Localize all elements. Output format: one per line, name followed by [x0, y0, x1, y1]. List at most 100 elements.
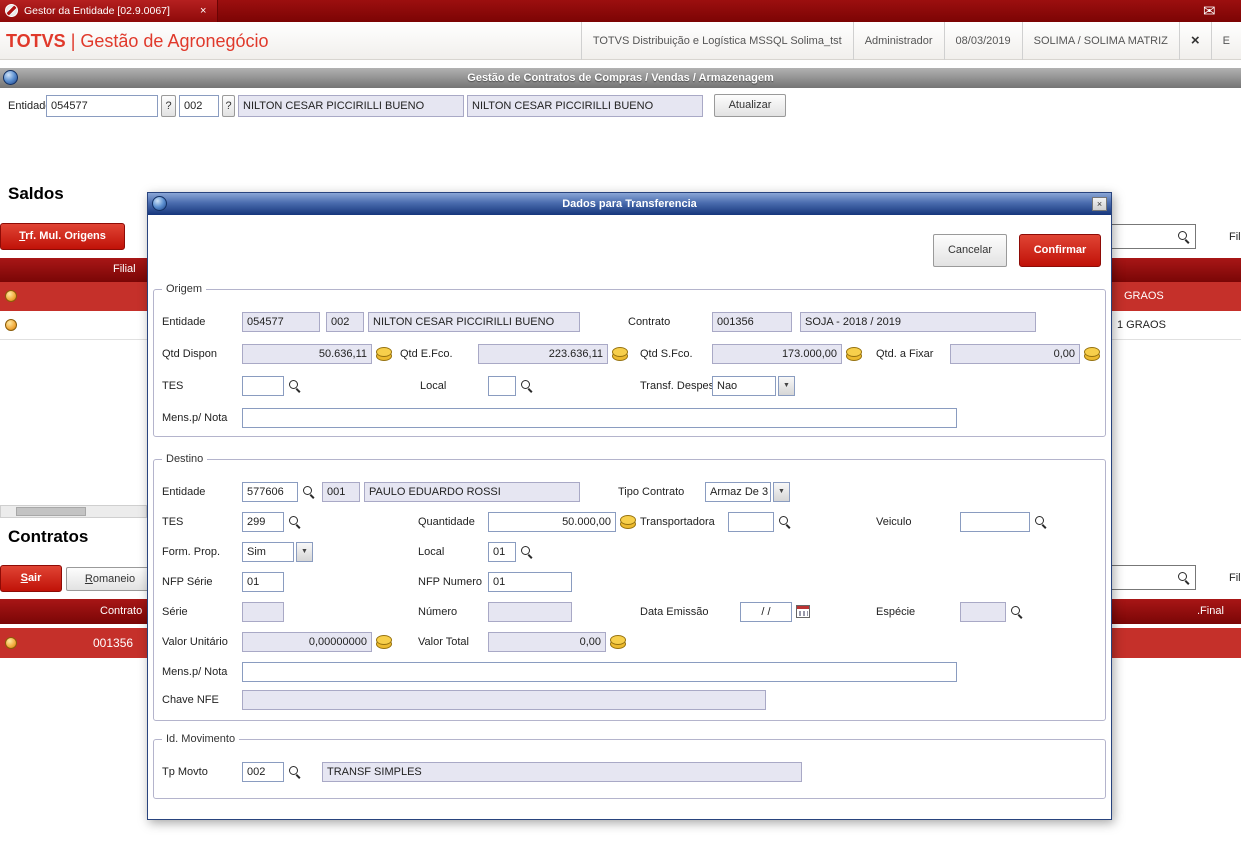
header-info-bar: TOTVS Distribuição e Logística MSSQL Sol…: [580, 22, 1241, 60]
dialog-close-icon[interactable]: ×: [1092, 197, 1107, 211]
destino-entidade-label: Entidade: [162, 486, 206, 498]
mail-icon[interactable]: ✉: [1203, 1, 1216, 22]
search-icon[interactable]: [1177, 230, 1190, 243]
destino-tes-input[interactable]: 299: [242, 512, 284, 532]
search-icon[interactable]: [1177, 571, 1190, 584]
especie-field: [960, 602, 1006, 622]
romaneio-button[interactable]: Romaneio: [66, 567, 154, 591]
transportadora-label: Transportadora: [640, 516, 715, 528]
origem-contrato-desc-field: SOJA - 2018 / 2019: [800, 312, 1036, 332]
veiculo-label: Veiculo: [876, 516, 912, 528]
store-help-button[interactable]: ?: [222, 95, 235, 117]
contratos-row1-text: 001356: [93, 636, 134, 650]
chevron-down-icon[interactable]: ▼: [778, 376, 795, 396]
form-prop-label: Form. Prop.: [162, 546, 221, 558]
qtd-efco-field: 223.636,11: [478, 344, 608, 364]
calendar-icon[interactable]: [796, 605, 810, 618]
status-icon: [5, 290, 17, 302]
contratos-col-contrato: Contrato: [100, 605, 143, 617]
chevron-down-icon[interactable]: ▼: [296, 542, 313, 562]
entity-label: Entidade: [8, 100, 52, 112]
veiculo-input[interactable]: [960, 512, 1030, 532]
lookup-icon[interactable]: [1034, 515, 1047, 528]
origem-nome-field: NILTON CESAR PICCIRILLI BUENO: [368, 312, 580, 332]
lookup-icon[interactable]: [288, 515, 301, 528]
brand-totvs: TOTVS: [6, 31, 66, 51]
transfer-dialog: Dados para Transferencia × Cancelar Conf…: [147, 192, 1112, 820]
qtd-fixar-label: Qtd. a Fixar: [876, 348, 934, 360]
transf-despesa-value[interactable]: Nao: [712, 376, 776, 396]
transf-despesa-select[interactable]: Nao ▼: [712, 376, 795, 396]
entity-help-button[interactable]: ?: [161, 95, 176, 117]
app-tab[interactable]: Gestor da Entidade [02.9.0067] ×: [0, 0, 218, 22]
nfp-serie-input[interactable]: 01: [242, 572, 284, 592]
sair-button[interactable]: Sair: [0, 565, 62, 592]
horizontal-scrollbar[interactable]: [0, 505, 147, 518]
atualizar-button[interactable]: Atualizar: [714, 94, 786, 117]
lookup-icon[interactable]: [520, 379, 533, 392]
form-prop-select[interactable]: Sim ▼: [242, 542, 313, 562]
entity-code-input[interactable]: 054577: [46, 95, 158, 117]
lookup-icon[interactable]: [288, 765, 301, 778]
cancelar-button[interactable]: Cancelar: [933, 234, 1007, 267]
contratos-filter-label: Fil: [1229, 572, 1241, 584]
user-label: Administrador: [852, 22, 944, 60]
destino-tes-label: TES: [162, 516, 184, 528]
valor-unitario-field: 0,00000000: [242, 632, 372, 652]
data-emissao-input[interactable]: / /: [740, 602, 792, 622]
tp-movto-label: Tp Movto: [162, 766, 208, 778]
saldos-row2-text: 1 GRAOS: [1117, 319, 1166, 331]
trf-mul-origens-button[interactable]: Trf. Mul. Origens: [0, 223, 125, 250]
quantidade-input[interactable]: 50.000,00: [488, 512, 616, 532]
confirmar-button[interactable]: Confirmar: [1019, 234, 1101, 267]
nfp-numero-input[interactable]: 01: [488, 572, 572, 592]
destino-local-input[interactable]: 01: [488, 542, 516, 562]
coin-icon[interactable]: [610, 635, 626, 649]
saldos-title: Saldos: [8, 184, 64, 203]
tp-movto-input[interactable]: 002: [242, 762, 284, 782]
transportadora-input[interactable]: [728, 512, 774, 532]
window-tab-bar: Gestor da Entidade [02.9.0067] × ✉: [0, 0, 1241, 22]
coin-icon[interactable]: [376, 635, 392, 649]
lookup-icon[interactable]: [288, 379, 301, 392]
lookup-icon[interactable]: [778, 515, 791, 528]
lookup-icon[interactable]: [1010, 605, 1023, 618]
coin-icon[interactable]: [846, 347, 862, 361]
panel-titlebar: Gestão de Contratos de Compras / Vendas …: [0, 68, 1241, 88]
serie-label: Série: [162, 606, 188, 618]
coin-icon[interactable]: [1084, 347, 1100, 361]
especie-label: Espécie: [876, 606, 916, 618]
dialog-titlebar[interactable]: Dados para Transferencia ×: [148, 193, 1111, 215]
destino-nome-field: PAULO EDUARDO ROSSI: [364, 482, 580, 502]
app-tab-title: Gestor da Entidade [02.9.0067]: [24, 5, 170, 17]
tipo-contrato-select[interactable]: Armaz De 3 ▼: [705, 482, 790, 502]
nfp-serie-label: NFP Série: [162, 576, 213, 588]
lookup-icon[interactable]: [302, 485, 315, 498]
app-title: TOTVS | Gestão de Agronegócio: [6, 22, 269, 60]
scrollbar-thumb[interactable]: [16, 507, 86, 516]
destino-fieldset: Destino Entidade 577606 001 PAULO EDUARD…: [153, 453, 1106, 721]
coin-icon[interactable]: [376, 347, 392, 361]
qtd-dispon-label: Qtd Dispon: [162, 348, 218, 360]
saldos-row1-text: GRAOS: [1124, 290, 1164, 302]
tab-close-icon[interactable]: ×: [200, 0, 206, 22]
origem-local-input[interactable]: [488, 376, 516, 396]
qtd-sfco-label: Qtd S.Fco.: [640, 348, 693, 360]
header-close-icon[interactable]: ×: [1178, 22, 1211, 60]
destino-entidade-input[interactable]: 577606: [242, 482, 298, 502]
panel-title: Gestão de Contratos de Compras / Vendas …: [467, 72, 774, 84]
entity-name-field: NILTON CESAR PICCIRILLI BUENO: [238, 95, 464, 117]
form-prop-value[interactable]: Sim: [242, 542, 294, 562]
movimento-fieldset: Id. Movimento Tp Movto 002 TRANSF SIMPLE…: [153, 733, 1106, 799]
origem-mens-input[interactable]: [242, 408, 957, 428]
chevron-down-icon[interactable]: ▼: [773, 482, 790, 502]
tipo-contrato-value[interactable]: Armaz De 3: [705, 482, 771, 502]
brand-app: | Gestão de Agronegócio: [70, 31, 269, 51]
origem-tes-input[interactable]: [242, 376, 284, 396]
destino-legend: Destino: [162, 453, 208, 465]
lookup-icon[interactable]: [520, 545, 533, 558]
entity-store-input[interactable]: 002: [179, 95, 219, 117]
destino-mens-input[interactable]: [242, 662, 957, 682]
coin-icon[interactable]: [612, 347, 628, 361]
coin-icon[interactable]: [620, 515, 636, 529]
